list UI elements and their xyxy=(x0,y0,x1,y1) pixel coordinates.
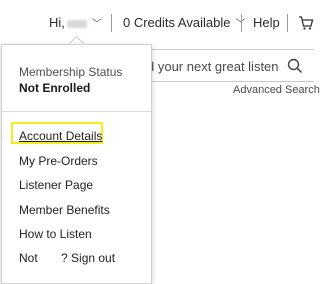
divider xyxy=(241,14,242,32)
credits-label: 0 Credits Available xyxy=(123,15,231,30)
search-placeholder: d your next great listen xyxy=(147,59,279,74)
cart-icon[interactable] xyxy=(298,15,314,31)
greeting-text: Hi, xyxy=(49,15,65,30)
chevron-down-icon: ﹀ xyxy=(91,19,102,30)
account-menu-toggle[interactable]: Hi, ﹀ xyxy=(49,15,102,30)
redacted-username xyxy=(66,19,87,28)
menu-item-my-pre-orders[interactable]: My Pre-Orders xyxy=(19,154,98,168)
membership-status-label: Membership Status xyxy=(19,65,123,79)
advanced-search-link[interactable]: Advanced Search xyxy=(233,84,320,96)
menu-item-sign-out[interactable]: Not ? Sign out xyxy=(19,251,115,265)
divider xyxy=(287,14,288,32)
account-dropdown: Membership Status Not Enrolled Account D… xyxy=(1,44,152,284)
top-nav: Hi, ﹀ 0 Credits Available﹀ Help xyxy=(0,0,314,46)
search-input[interactable]: d your next great listen xyxy=(130,49,314,82)
menu-item-account-details[interactable]: Account Details xyxy=(19,129,102,143)
credits-menu-toggle[interactable]: 0 Credits Available﹀ xyxy=(123,15,245,30)
membership-status-value: Not Enrolled xyxy=(19,81,91,95)
search-icon[interactable] xyxy=(287,58,303,74)
menu-item-how-to-listen[interactable]: How to Listen xyxy=(19,227,92,241)
divider xyxy=(111,14,112,32)
help-link[interactable]: Help xyxy=(253,15,280,30)
menu-divider xyxy=(2,111,151,112)
menu-item-listener-page[interactable]: Listener Page xyxy=(19,178,93,192)
menu-item-member-benefits[interactable]: Member Benefits xyxy=(19,203,110,217)
